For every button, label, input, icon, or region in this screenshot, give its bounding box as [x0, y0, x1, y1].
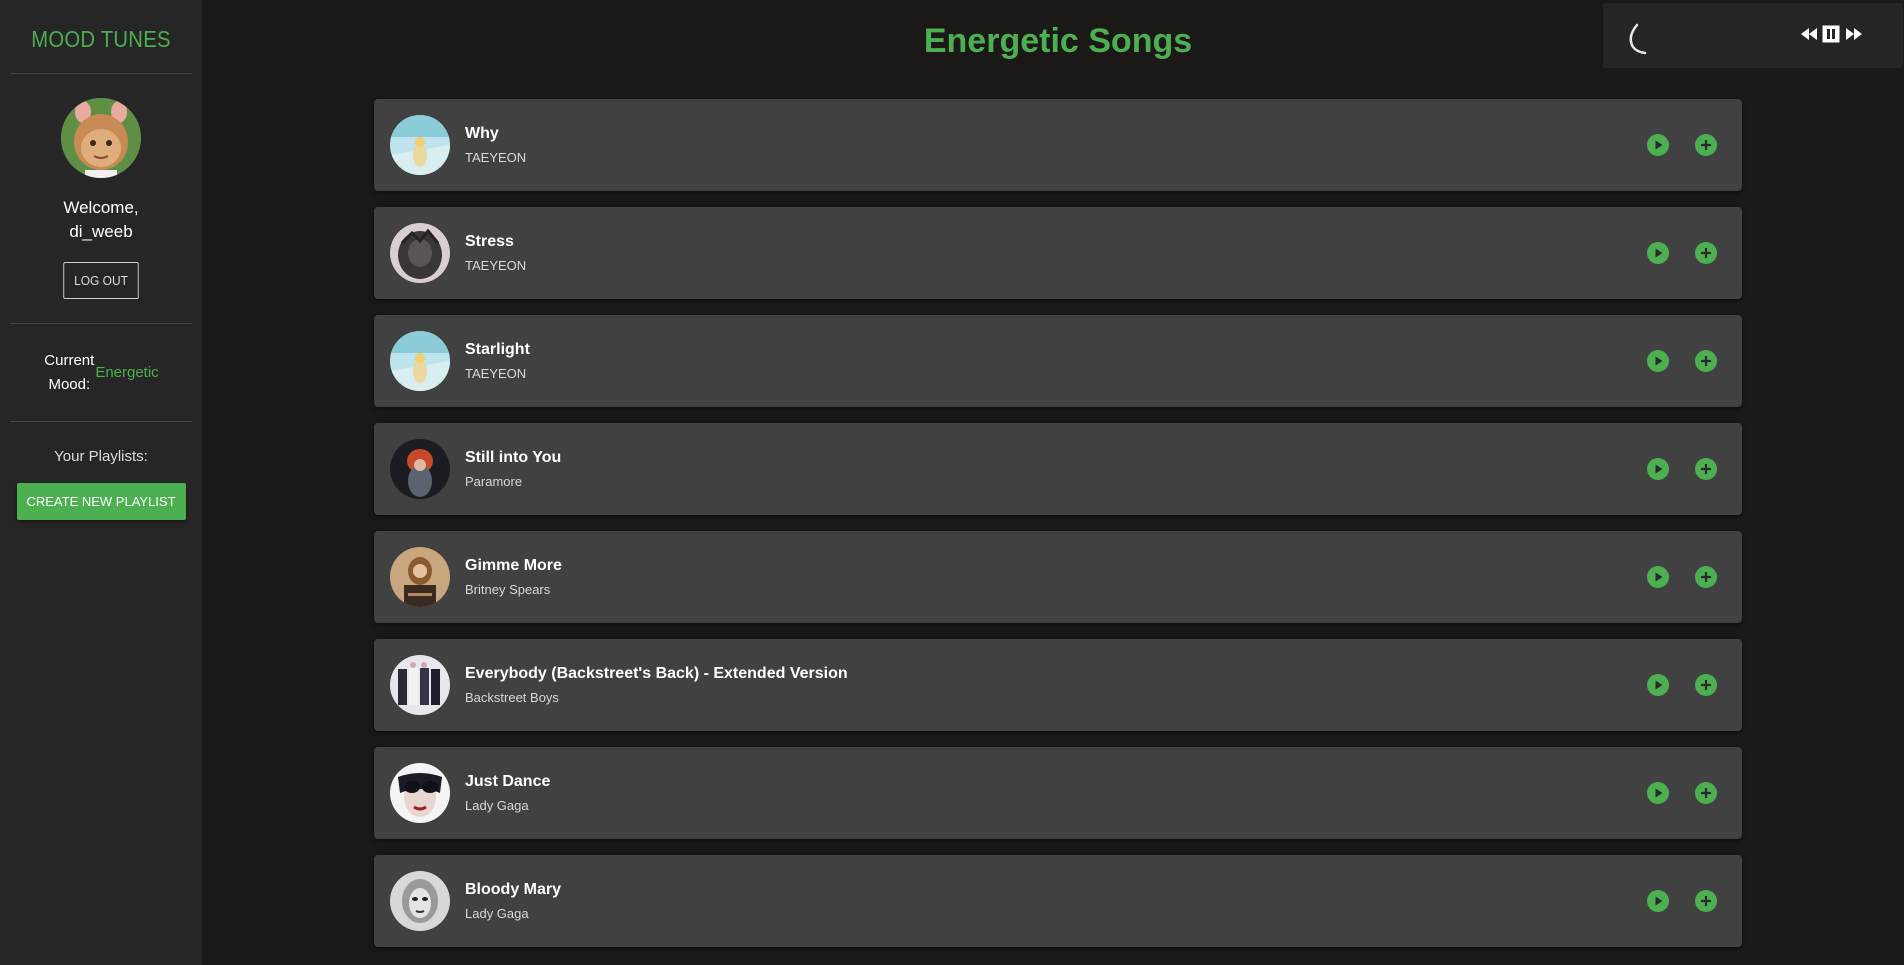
mood-label: Current Mood:	[44, 351, 95, 393]
divider	[10, 73, 192, 74]
song-title: Starlight	[465, 341, 530, 358]
app: MOOD TUNES Welcome, di_weeb LOG OUT Curr…	[0, 0, 1904, 965]
song-card: Why TAEYEON	[374, 99, 1742, 191]
mini-player	[1603, 3, 1903, 68]
song-card: Bloody Mary Lady Gaga	[374, 855, 1742, 947]
playlists-label: Your Playlists:	[54, 448, 148, 465]
play-icon[interactable]	[1647, 782, 1669, 804]
loading-spinner-icon	[1625, 19, 1655, 60]
add-icon[interactable]	[1695, 890, 1717, 912]
song-card: Starlight TAEYEON	[374, 315, 1742, 407]
song-title: Why	[465, 125, 499, 142]
current-mood: Current Mood: Energetic	[0, 324, 202, 421]
add-icon[interactable]	[1695, 458, 1717, 480]
song-card: Gimme More Britney Spears	[374, 531, 1742, 623]
play-icon[interactable]	[1647, 242, 1669, 264]
song-artist: Paramore	[465, 474, 523, 489]
play-icon[interactable]	[1647, 350, 1669, 372]
add-icon[interactable]	[1695, 350, 1717, 372]
song-title: Stress	[465, 233, 514, 250]
create-playlist-button[interactable]: CREATE NEW PLAYLIST	[16, 483, 186, 520]
song-artist: Lady Gaga	[465, 798, 529, 813]
play-icon[interactable]	[1647, 566, 1669, 588]
song-artist: Lady Gaga	[465, 906, 529, 921]
add-icon[interactable]	[1695, 242, 1717, 264]
song-title: Just Dance	[465, 773, 551, 790]
album-cover	[390, 763, 450, 823]
welcome-greeting: Welcome,	[63, 198, 139, 217]
play-icon[interactable]	[1647, 674, 1669, 696]
play-icon[interactable]	[1647, 890, 1669, 912]
add-icon[interactable]	[1695, 674, 1717, 696]
song-title: Gimme More	[465, 557, 562, 574]
rewind-icon[interactable]	[1800, 27, 1818, 46]
username: di_weeb	[69, 222, 133, 241]
album-cover	[390, 439, 450, 499]
song-artist: TAEYEON	[465, 366, 527, 381]
album-cover	[390, 655, 450, 715]
fast-forward-icon[interactable]	[1845, 27, 1863, 46]
welcome-text: Welcome, di_weeb	[0, 196, 202, 244]
song-artist: TAEYEON	[465, 258, 527, 273]
song-card: Still into You Paramore	[374, 423, 1742, 515]
play-icon[interactable]	[1647, 134, 1669, 156]
pause-icon[interactable]	[1822, 25, 1840, 48]
album-cover	[390, 871, 450, 931]
song-title: Everybody (Backstreet's Back) - Extended…	[465, 665, 848, 682]
sidebar: MOOD TUNES Welcome, di_weeb LOG OUT Curr…	[0, 0, 202, 965]
add-icon[interactable]	[1695, 134, 1717, 156]
album-cover	[390, 331, 450, 391]
song-card: Stress TAEYEON	[374, 207, 1742, 299]
brand-logo[interactable]: MOOD TUNES	[12, 0, 190, 73]
song-artist: TAEYEON	[465, 150, 527, 165]
album-cover	[390, 223, 450, 283]
logout-button[interactable]: LOG OUT	[63, 262, 139, 299]
song-title: Bloody Mary	[465, 881, 562, 898]
avatar	[61, 98, 141, 178]
divider	[10, 421, 192, 422]
add-icon[interactable]	[1695, 566, 1717, 588]
mood-value: Energetic	[95, 364, 159, 381]
song-title: Still into You	[465, 449, 562, 466]
play-icon[interactable]	[1647, 458, 1669, 480]
song-artist: Britney Spears	[465, 582, 551, 597]
song-artist: Backstreet Boys	[465, 690, 559, 705]
song-card: Just Dance Lady Gaga	[374, 747, 1742, 839]
song-card: Everybody (Backstreet's Back) - Extended…	[374, 639, 1742, 731]
add-icon[interactable]	[1695, 782, 1717, 804]
album-cover	[390, 115, 450, 175]
album-cover	[390, 547, 450, 607]
